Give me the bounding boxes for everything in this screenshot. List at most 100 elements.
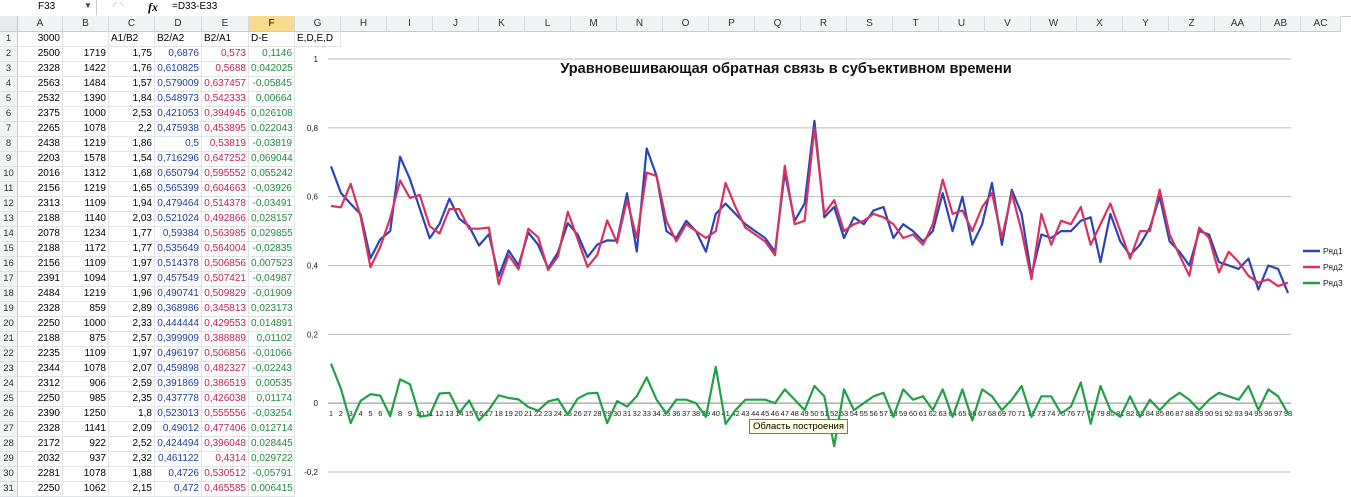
row-header-25[interactable]: 25 bbox=[0, 392, 18, 407]
column-header-ab[interactable]: AB bbox=[1261, 16, 1301, 32]
cell-f22[interactable]: -0,01066 bbox=[249, 347, 295, 362]
cell-a13[interactable]: 2188 bbox=[18, 212, 63, 227]
cell-b12[interactable]: 1109 bbox=[63, 197, 109, 212]
cell-c21[interactable]: 2,57 bbox=[109, 332, 155, 347]
column-header-h[interactable]: H bbox=[341, 16, 387, 32]
cell-d29[interactable]: 0,461122 bbox=[155, 452, 202, 467]
row-header-26[interactable]: 26 bbox=[0, 407, 18, 422]
row-header-9[interactable]: 9 bbox=[0, 152, 18, 167]
cell-f25[interactable]: 0,01174 bbox=[249, 392, 295, 407]
cell-f15[interactable]: -0,02835 bbox=[249, 242, 295, 257]
column-header-aa[interactable]: AA bbox=[1215, 16, 1261, 32]
row-header-28[interactable]: 28 bbox=[0, 437, 18, 452]
cell-d27[interactable]: 0,49012 bbox=[155, 422, 202, 437]
cell-c20[interactable]: 2,33 bbox=[109, 317, 155, 332]
cell-a29[interactable]: 2032 bbox=[18, 452, 63, 467]
column-header-r[interactable]: R bbox=[801, 16, 847, 32]
cell-e20[interactable]: 0,429553 bbox=[202, 317, 249, 332]
cell-c11[interactable]: 1,65 bbox=[109, 182, 155, 197]
cell-d26[interactable]: 0,523013 bbox=[155, 407, 202, 422]
cell-b26[interactable]: 1250 bbox=[63, 407, 109, 422]
cell-b7[interactable]: 1078 bbox=[63, 122, 109, 137]
cell-f13[interactable]: 0,028157 bbox=[249, 212, 295, 227]
cell-c31[interactable]: 2,15 bbox=[109, 482, 155, 497]
column-header-p[interactable]: P bbox=[709, 16, 755, 32]
cell-f23[interactable]: -0,02243 bbox=[249, 362, 295, 377]
cell-c19[interactable]: 2,89 bbox=[109, 302, 155, 317]
cell-d17[interactable]: 0,457549 bbox=[155, 272, 202, 287]
cell-d15[interactable]: 0,535649 bbox=[155, 242, 202, 257]
column-header-y[interactable]: Y bbox=[1123, 16, 1169, 32]
cell-d10[interactable]: 0,650794 bbox=[155, 167, 202, 182]
cell-d2[interactable]: 0,6876 bbox=[155, 47, 202, 62]
row-header-6[interactable]: 6 bbox=[0, 107, 18, 122]
cell-d28[interactable]: 0,424494 bbox=[155, 437, 202, 452]
cell-c15[interactable]: 1,77 bbox=[109, 242, 155, 257]
cell-a12[interactable]: 2313 bbox=[18, 197, 63, 212]
cell-f17[interactable]: -0,04987 bbox=[249, 272, 295, 287]
cell-a11[interactable]: 2156 bbox=[18, 182, 63, 197]
cell-a4[interactable]: 2563 bbox=[18, 77, 63, 92]
cell-b5[interactable]: 1390 bbox=[63, 92, 109, 107]
column-header-o[interactable]: O bbox=[663, 16, 709, 32]
cell-a2[interactable]: 2500 bbox=[18, 47, 63, 62]
row-header-1[interactable]: 1 bbox=[0, 32, 18, 47]
cell-a21[interactable]: 2188 bbox=[18, 332, 63, 347]
cell-c17[interactable]: 1,97 bbox=[109, 272, 155, 287]
cell-f4[interactable]: -0,05845 bbox=[249, 77, 295, 92]
cell-g1[interactable]: E,D,E,D bbox=[295, 32, 341, 47]
cell-f10[interactable]: 0,055242 bbox=[249, 167, 295, 182]
cell-b20[interactable]: 1000 bbox=[63, 317, 109, 332]
cell-a5[interactable]: 2532 bbox=[18, 92, 63, 107]
cell-d1[interactable]: B2/A2 bbox=[155, 32, 202, 47]
cell-e3[interactable]: 0,5688 bbox=[202, 62, 249, 77]
cell-c22[interactable]: 1,97 bbox=[109, 347, 155, 362]
cell-e15[interactable]: 0,564004 bbox=[202, 242, 249, 257]
cell-e21[interactable]: 0,388889 bbox=[202, 332, 249, 347]
cell-c8[interactable]: 1,86 bbox=[109, 137, 155, 152]
cell-f27[interactable]: 0,012714 bbox=[249, 422, 295, 437]
row-header-14[interactable]: 14 bbox=[0, 227, 18, 242]
cell-d13[interactable]: 0,521024 bbox=[155, 212, 202, 227]
column-header-d[interactable]: D bbox=[155, 16, 202, 32]
column-header-g[interactable]: G bbox=[295, 16, 341, 32]
cell-c28[interactable]: 2,52 bbox=[109, 437, 155, 452]
column-header-n[interactable]: N bbox=[617, 16, 663, 32]
row-header-17[interactable]: 17 bbox=[0, 272, 18, 287]
row-header-2[interactable]: 2 bbox=[0, 47, 18, 62]
row-header-4[interactable]: 4 bbox=[0, 77, 18, 92]
column-header-m[interactable]: M bbox=[571, 16, 617, 32]
cell-b23[interactable]: 1078 bbox=[63, 362, 109, 377]
cell-d5[interactable]: 0,548973 bbox=[155, 92, 202, 107]
column-header-l[interactable]: L bbox=[525, 16, 571, 32]
cell-f24[interactable]: 0,00535 bbox=[249, 377, 295, 392]
cell-e6[interactable]: 0,394945 bbox=[202, 107, 249, 122]
column-header-a[interactable]: A bbox=[18, 16, 63, 32]
cell-f8[interactable]: -0,03819 bbox=[249, 137, 295, 152]
row-header-3[interactable]: 3 bbox=[0, 62, 18, 77]
cell-e18[interactable]: 0,509829 bbox=[202, 287, 249, 302]
column-header-i[interactable]: I bbox=[387, 16, 433, 32]
cell-b21[interactable]: 875 bbox=[63, 332, 109, 347]
cell-c23[interactable]: 2,07 bbox=[109, 362, 155, 377]
column-header-z[interactable]: Z bbox=[1169, 16, 1215, 32]
cell-f16[interactable]: 0,007523 bbox=[249, 257, 295, 272]
column-header-b[interactable]: B bbox=[63, 16, 109, 32]
cell-b8[interactable]: 1219 bbox=[63, 137, 109, 152]
cell-b28[interactable]: 922 bbox=[63, 437, 109, 452]
row-header-12[interactable]: 12 bbox=[0, 197, 18, 212]
column-header-t[interactable]: T bbox=[893, 16, 939, 32]
row-header-30[interactable]: 30 bbox=[0, 467, 18, 482]
cell-e7[interactable]: 0,453895 bbox=[202, 122, 249, 137]
column-header-k[interactable]: K bbox=[479, 16, 525, 32]
cell-d20[interactable]: 0,444444 bbox=[155, 317, 202, 332]
cell-e28[interactable]: 0,396048 bbox=[202, 437, 249, 452]
cell-e19[interactable]: 0,345813 bbox=[202, 302, 249, 317]
cell-f28[interactable]: 0,028445 bbox=[249, 437, 295, 452]
row-header-19[interactable]: 19 bbox=[0, 302, 18, 317]
cell-c4[interactable]: 1,57 bbox=[109, 77, 155, 92]
cell-a7[interactable]: 2265 bbox=[18, 122, 63, 137]
column-header-ac[interactable]: AC bbox=[1301, 16, 1341, 32]
cell-f5[interactable]: 0,00664 bbox=[249, 92, 295, 107]
cell-b11[interactable]: 1219 bbox=[63, 182, 109, 197]
